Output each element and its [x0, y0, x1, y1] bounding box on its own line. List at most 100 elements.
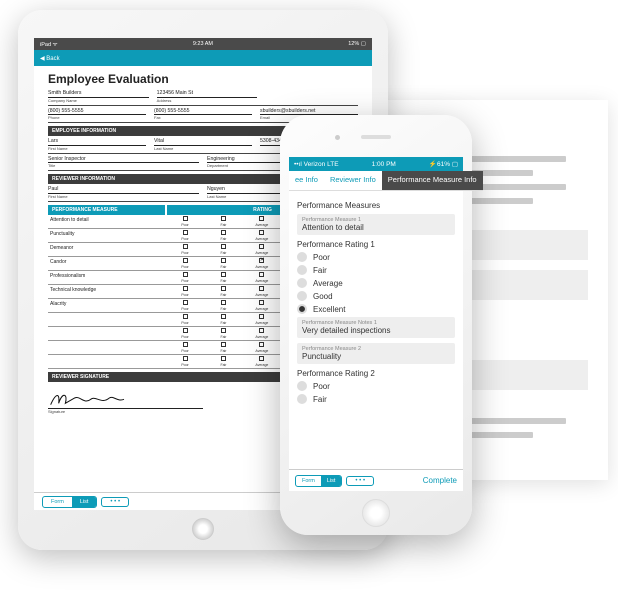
rating-option[interactable]: Average [243, 342, 281, 353]
checkbox-icon [183, 286, 188, 291]
checkbox-icon [259, 328, 264, 333]
radio-option[interactable]: Fair [297, 394, 455, 404]
radio-option[interactable]: Good [297, 291, 455, 301]
rating-option[interactable]: Fair [204, 356, 242, 367]
iphone-more-button[interactable]: • • • [346, 476, 374, 486]
checkbox-icon [221, 286, 226, 291]
rating-option[interactable]: Average [243, 356, 281, 367]
rating-option[interactable]: Fair [204, 328, 242, 339]
rating-option[interactable]: Average [243, 230, 281, 241]
perf-measure-name [48, 328, 166, 339]
measure-1-field[interactable]: Performance Measure 1 Attention to detai… [297, 214, 455, 235]
rating-option[interactable]: Average [243, 258, 281, 269]
form-list-segment[interactable]: Form List [42, 496, 97, 508]
checkbox-icon [259, 258, 264, 263]
rating-sublabel: Average [243, 279, 281, 283]
rating-option[interactable]: Poor [166, 342, 204, 353]
rating-option[interactable]: Poor [166, 328, 204, 339]
checkbox-icon [259, 286, 264, 291]
radio-option[interactable]: Average [297, 278, 455, 288]
rating-option[interactable]: Poor [166, 272, 204, 283]
rating-option[interactable]: Average [243, 300, 281, 311]
measure-2-field[interactable]: Performance Measure 2 Punctuality [297, 343, 455, 364]
back-button[interactable]: ◀ Back [40, 55, 60, 62]
checkbox-icon [259, 342, 264, 347]
iphone-tabs: ee Info Reviewer Info Performance Measur… [289, 171, 463, 191]
iphone-home-button[interactable] [362, 499, 390, 527]
rating-sublabel: Fair [204, 307, 242, 311]
iphone-form-body: Performance Measures Performance Measure… [289, 191, 463, 469]
form-title: Employee Evaluation [48, 72, 358, 86]
radio-option[interactable]: Poor [297, 252, 455, 262]
emp-title-value: Senior Inspector [48, 156, 199, 164]
perf-measure-name: Candor [48, 258, 166, 269]
rev-first-label: First Name [48, 194, 68, 199]
rating-option[interactable]: Poor [166, 314, 204, 325]
istatus-battery: ⚡61% ▢ [429, 160, 458, 168]
rating-option[interactable]: Average [243, 216, 281, 227]
measure-1-value: Attention to detail [302, 223, 450, 232]
rating-sublabel: Poor [166, 279, 204, 283]
rating-sublabel: Average [243, 335, 281, 339]
rating-option[interactable]: Average [243, 328, 281, 339]
checkbox-icon [259, 314, 264, 319]
radio-icon [297, 304, 307, 314]
rating-option[interactable]: Fair [204, 272, 242, 283]
checkbox-icon [221, 244, 226, 249]
segment-list[interactable]: List [321, 476, 342, 486]
perf-measure-name: Technical knowledge [48, 286, 166, 297]
more-button[interactable]: • • • [101, 497, 129, 507]
istatus-time: 1:00 PM [372, 161, 396, 168]
rating-option[interactable]: Fair [204, 230, 242, 241]
rating-sublabel: Average [243, 307, 281, 311]
segment-list[interactable]: List [72, 497, 97, 507]
radio-option[interactable]: Fair [297, 265, 455, 275]
address-value: 123456 Main St [157, 90, 258, 98]
checkbox-icon [259, 244, 264, 249]
radio-option[interactable]: Excellent [297, 304, 455, 314]
radio-label: Good [313, 292, 333, 301]
rating-option[interactable]: Fair [204, 244, 242, 255]
rating-option[interactable]: Fair [204, 342, 242, 353]
rating-sublabel: Poor [166, 293, 204, 297]
rating-option[interactable]: Fair [204, 314, 242, 325]
checkbox-icon [221, 272, 226, 277]
rating-sublabel: Average [243, 293, 281, 297]
notes-1-field[interactable]: Performance Measure Notes 1 Very detaile… [297, 317, 455, 338]
rev-first-value: Paul [48, 186, 199, 194]
emp-title-label: Title [48, 163, 55, 168]
rating-sublabel: Fair [204, 279, 242, 283]
rating-option[interactable]: Poor [166, 356, 204, 367]
ipad-home-button[interactable] [192, 518, 214, 540]
rating-option[interactable]: Fair [204, 300, 242, 311]
rating-option[interactable]: Poor [166, 286, 204, 297]
rating-option[interactable]: Poor [166, 300, 204, 311]
rating-sublabel: Fair [204, 237, 242, 241]
rev-last-label: Last Name [207, 194, 226, 199]
rating-option[interactable]: Fair [204, 216, 242, 227]
perf-measure-name: Attention to detail [48, 216, 166, 227]
rating-option[interactable]: Average [243, 314, 281, 325]
rating-option[interactable]: Average [243, 272, 281, 283]
rating-sublabel: Average [243, 321, 281, 325]
rating-option[interactable]: Average [243, 244, 281, 255]
email-value: sbuilders@sbuilders.net [260, 108, 358, 116]
rating-option[interactable]: Poor [166, 244, 204, 255]
company-row: Smith BuildersCompany Name 123456 Main S… [48, 90, 358, 106]
rating-sublabel: Fair [204, 265, 242, 269]
rating-option[interactable]: Fair [204, 286, 242, 297]
rating-option[interactable]: Average [243, 286, 281, 297]
rating-option[interactable]: Poor [166, 258, 204, 269]
tab-reviewer-info[interactable]: Reviewer Info [324, 171, 382, 191]
rating-option[interactable]: Fair [204, 258, 242, 269]
tab-performance-measure[interactable]: Performance Measure Info [382, 171, 483, 191]
complete-button[interactable]: Complete [423, 476, 457, 485]
tab-employee-info[interactable]: ee Info [289, 171, 324, 191]
radio-option[interactable]: Poor [297, 381, 455, 391]
rating-option[interactable]: Poor [166, 216, 204, 227]
iphone-segment[interactable]: Form List [295, 475, 342, 487]
segment-form[interactable]: Form [43, 497, 72, 507]
rating-option[interactable]: Poor [166, 230, 204, 241]
iphone-bottom-bar: Form List • • • Complete [289, 469, 463, 491]
segment-form[interactable]: Form [296, 476, 321, 486]
